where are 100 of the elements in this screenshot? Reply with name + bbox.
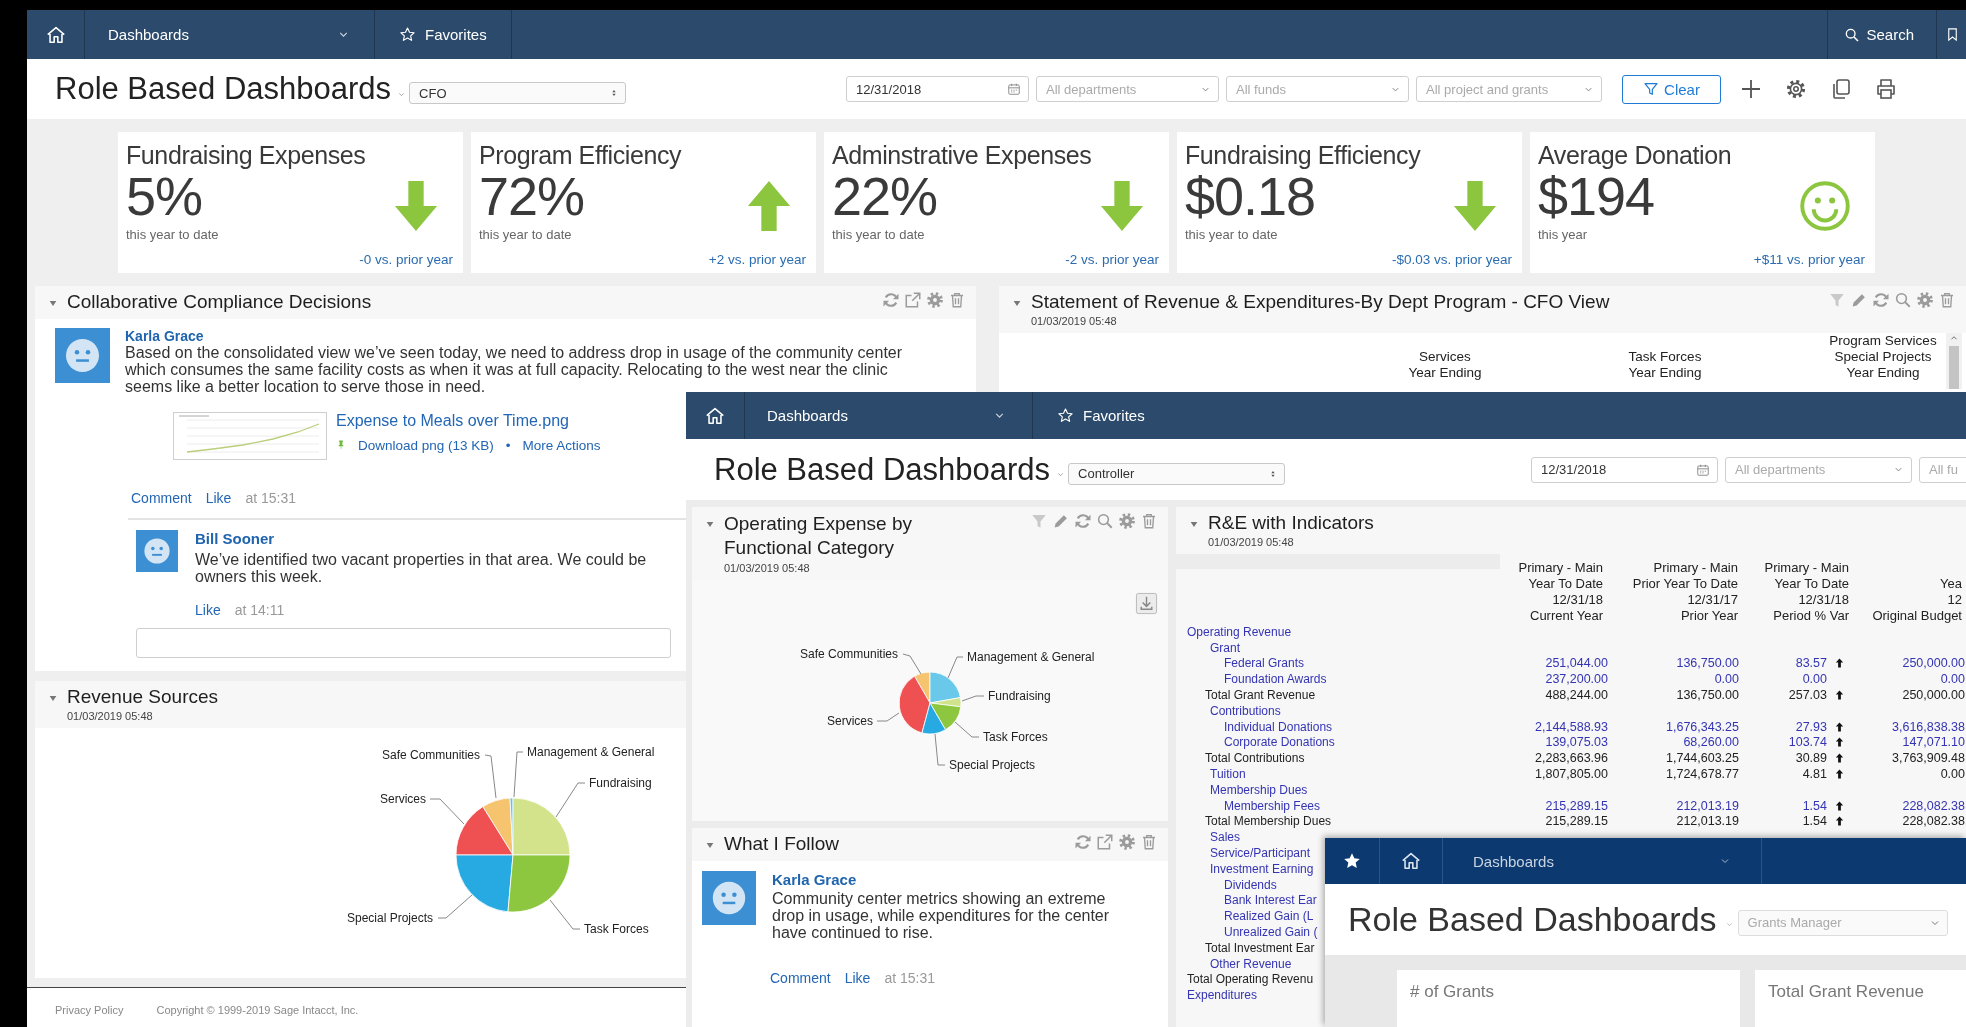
clear-button[interactable]: Clear [1622,74,1722,104]
table-cell: 1,807,805.00 [1535,767,1608,782]
table-cell: 212,013.19 [1676,798,1739,813]
refresh-icon[interactable] [1872,291,1890,309]
kpi-value: 72% [479,170,585,222]
slice-label: Management & General [967,650,1095,664]
author-name[interactable]: Bill Sooner [195,530,647,547]
download-icon [1135,592,1158,615]
collapse-triangle-icon[interactable] [48,298,58,308]
row-label[interactable]: Realized Gain (L [1176,909,1314,924]
filter-icon [1643,81,1660,97]
collapse-triangle-icon[interactable] [48,693,58,703]
action-link[interactable]: Like [205,490,232,506]
refresh-icon[interactable] [1074,833,1092,851]
favorites-button[interactable]: Favorites [1033,392,1169,439]
privacy-link[interactable]: Privacy Policy [55,1004,124,1027]
row-label[interactable]: Expenditures [1176,988,1258,1003]
post-text: Based on the consolidated view we’ve seen today, we need to address drop in usage of the community center which consumes the same facility costs as when it was at full capacity. Relocating to the west near the clinic seems like a better location to serve those in need. [125,344,904,395]
role-select[interactable]: Controller [1068,462,1286,485]
leader-line [513,751,524,798]
row-label[interactable]: Contributions [1176,703,1281,718]
row-label[interactable]: Corporate Donations [1176,735,1335,750]
external-link-icon[interactable] [1096,833,1114,851]
row-label[interactable]: Grant [1176,640,1240,655]
row-label[interactable]: Other Revenue [1176,956,1292,971]
bookmark-icon [1945,26,1960,43]
collapse-triangle-icon[interactable] [705,840,715,850]
reply-text: We’ve identified two vacant properties in that area. We could be owners this week. [195,551,647,585]
more-actions-link[interactable]: More Actions [522,437,601,453]
attachment-link[interactable]: Expense to Meals over Time.png [336,412,569,429]
leader-line [555,782,586,818]
action-link[interactable]: Comment [131,490,192,506]
row-label[interactable]: Investment Earning [1176,861,1314,876]
page-title: Role Based Dashboards [55,71,392,107]
collapse-triangle-icon[interactable] [1012,298,1022,308]
filter-icon[interactable] [1828,291,1846,309]
row-label[interactable]: Membership Dues [1176,782,1308,797]
row-label[interactable]: Bank Interest Ear [1176,893,1317,908]
table-cell: 3,763,909.48 [1892,751,1966,766]
action-link[interactable]: Comment [770,970,831,986]
refresh-icon[interactable] [1074,512,1092,530]
table-cell: 2,144,588.93 [1535,719,1608,734]
action-link[interactable]: Like [844,970,871,986]
star-icon [1342,851,1362,871]
table-cell: 139,075.03 [1545,735,1608,750]
row-label[interactable]: Tuition [1176,767,1246,782]
table-cell: 68,260.00 [1683,735,1739,750]
row-label: Total Contributions [1204,751,1305,766]
avatar-icon [55,328,110,383]
table-cell: 136,750.00 [1676,656,1739,671]
kpi-caption: this year to date [479,227,573,242]
panel-timestamp: 01/03/2019 05:48 [67,710,154,722]
author-name[interactable]: Karla Grace [125,328,956,344]
panel-title: Revenue Sources [67,686,219,708]
date-field[interactable]: 12/31/2018 [846,76,1030,102]
kpi-change: -$0.03 vs. prior year [1391,252,1512,267]
row-label[interactable]: Membership Fees [1176,798,1321,813]
row-label[interactable]: Operating Revenue [1176,624,1292,639]
table-cell: 27.93 [1795,719,1827,734]
collapse-triangle-icon[interactable] [705,519,715,529]
slice-label: Safe Communities [799,647,898,661]
refresh-icon[interactable] [882,291,900,309]
trash-icon[interactable] [948,291,966,309]
search-icon[interactable] [1894,291,1912,309]
row-label[interactable]: Federal Grants [1176,656,1305,671]
row-label[interactable]: Service/Participant [1176,846,1311,861]
row-label: Total Operating Revenu [1186,972,1314,987]
filter-icon[interactable] [1030,512,1048,530]
date-field[interactable]: 12/31/2018 [1531,456,1719,483]
leader-line [954,721,980,738]
kpi-value: $0.18 [1185,170,1317,222]
author-name[interactable]: Karla Grace [772,871,1110,888]
page-title: Role Based Dashboards [714,451,1051,488]
row-label[interactable]: Foundation Awards [1176,672,1327,687]
external-link-icon[interactable] [904,291,922,309]
table-cell: 0.00 [1940,767,1966,782]
role-select[interactable]: CFO [409,82,627,104]
page-title: Role Based Dashboards [1348,900,1717,939]
download-button[interactable] [1135,592,1158,615]
table-cell: 212,013.19 [1676,814,1739,829]
download-link[interactable]: Download png (13 KB) [358,437,494,453]
action-link[interactable]: Like [195,602,221,618]
trash-icon[interactable] [1938,291,1956,309]
panel-title: Operating Expense by Functional Category [724,512,913,560]
row-label[interactable]: Individual Donations [1176,719,1333,734]
leader-line [484,754,497,799]
kpi-change: -2 vs. prior year [1065,252,1159,267]
comment-field[interactable] [136,628,671,658]
row-label[interactable]: Unrealized Gain ( [1176,925,1318,940]
table-cell: 228,082.38 [1902,798,1966,813]
row-label[interactable]: Sales [1176,830,1241,845]
search-icon[interactable] [1096,512,1114,530]
trash-icon[interactable] [1140,512,1158,530]
trash-icon[interactable] [1140,833,1158,851]
row-label[interactable]: Dividends [1176,877,1277,892]
table-cell: 0.00 [1802,672,1827,687]
table-cell: 83.57 [1795,656,1827,671]
kpi-title: Fundraising Efficiency [1185,140,1422,170]
scrollbar[interactable] [1946,333,1962,389]
collapse-triangle-icon[interactable] [1189,519,1199,529]
